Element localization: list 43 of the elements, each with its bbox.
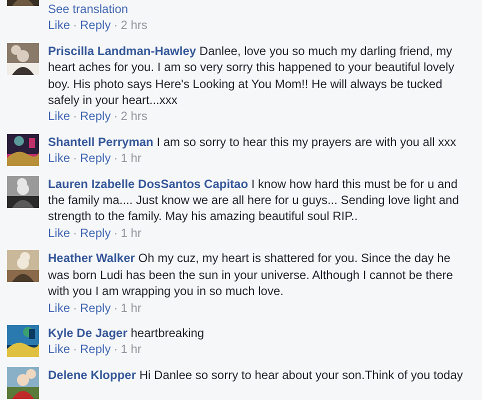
- separator-dot: ·: [114, 341, 118, 358]
- comment-text: Lauren Izabelle DosSantos Capitao I know how hard this must be for u and the family ma.... Just know we are all here for u guys... Sending love light and strength to the family. May his amazing beautiful soul RIP..: [48, 176, 460, 225]
- action-link[interactable]: Reply: [80, 150, 111, 167]
- comment-text: Delene Klopper Hi Danlee so sorry to hear about your son.Think of you today: [48, 366, 464, 384]
- timestamp[interactable]: 1 hr: [120, 341, 142, 358]
- separator-dot: ·: [114, 17, 118, 34]
- separator-dot: ·: [73, 17, 78, 34]
- author-link[interactable]: Priscilla Landman-Hawley: [48, 44, 196, 58]
- action-link[interactable]: Like: [48, 300, 70, 316]
- comment-text: Kyle De Jager heartbreaking: [48, 324, 206, 342]
- timestamp[interactable]: 1 hr: [120, 150, 142, 167]
- comment-text: Priscilla Landman-Hawley Danlee, love you so much my darling friend, my heart aches for you. I am so very sorry this happened to your beautiful lovely boy. His photo says Here's Looking at You Mom!! He will always be tucked safely in your heart...xxx: [48, 42, 456, 108]
- timestamp[interactable]: 2 hrs: [120, 108, 148, 125]
- author-link[interactable]: Shantell Perryman: [48, 134, 154, 149]
- separator-dot: ·: [73, 300, 78, 316]
- separator-dot: ·: [73, 341, 78, 358]
- separator-dot: ·: [114, 224, 118, 242]
- action-link[interactable]: Like: [48, 341, 70, 358]
- comment-text: Heather Walker Oh my cuz, my heart is shattered for you. Since the day he was born Ludi has been the sun in your universe. Although I cannot be there with you I am wrapping you in so much love.: [48, 250, 454, 300]
- separator-dot: ·: [73, 108, 78, 125]
- author-link[interactable]: Lauren Izabelle DosSantos Capitao: [48, 176, 248, 191]
- action-link[interactable]: Reply: [80, 300, 111, 316]
- author-link[interactable]: Kyle De Jager: [48, 326, 128, 340]
- separator-dot: ·: [114, 300, 118, 316]
- see-translation-link[interactable]: See translation: [48, 1, 128, 18]
- timestamp[interactable]: 1 hr: [120, 300, 142, 316]
- action-link[interactable]: Like: [48, 17, 70, 34]
- author-link[interactable]: Heather Walker: [48, 251, 135, 266]
- author-link[interactable]: Delene Klopper: [48, 368, 136, 382]
- separator-dot: ·: [114, 108, 118, 125]
- separator-dot: ·: [73, 224, 78, 242]
- action-link[interactable]: Like: [48, 108, 70, 125]
- action-link[interactable]: Reply: [80, 341, 111, 358]
- action-link[interactable]: Reply: [80, 17, 111, 34]
- timestamp[interactable]: 1 hr: [120, 224, 142, 242]
- separator-dot: ·: [73, 150, 78, 167]
- action-link[interactable]: Reply: [80, 224, 111, 242]
- action-link[interactable]: Reply: [80, 108, 111, 125]
- action-link[interactable]: Like: [48, 150, 70, 167]
- comment-text: Shantell Perryman I am so sorry to hear this my prayers are with you all xxx: [48, 134, 458, 150]
- timestamp[interactable]: 2 hrs: [120, 17, 148, 34]
- action-link[interactable]: Like: [48, 224, 70, 242]
- separator-dot: ·: [114, 150, 118, 167]
